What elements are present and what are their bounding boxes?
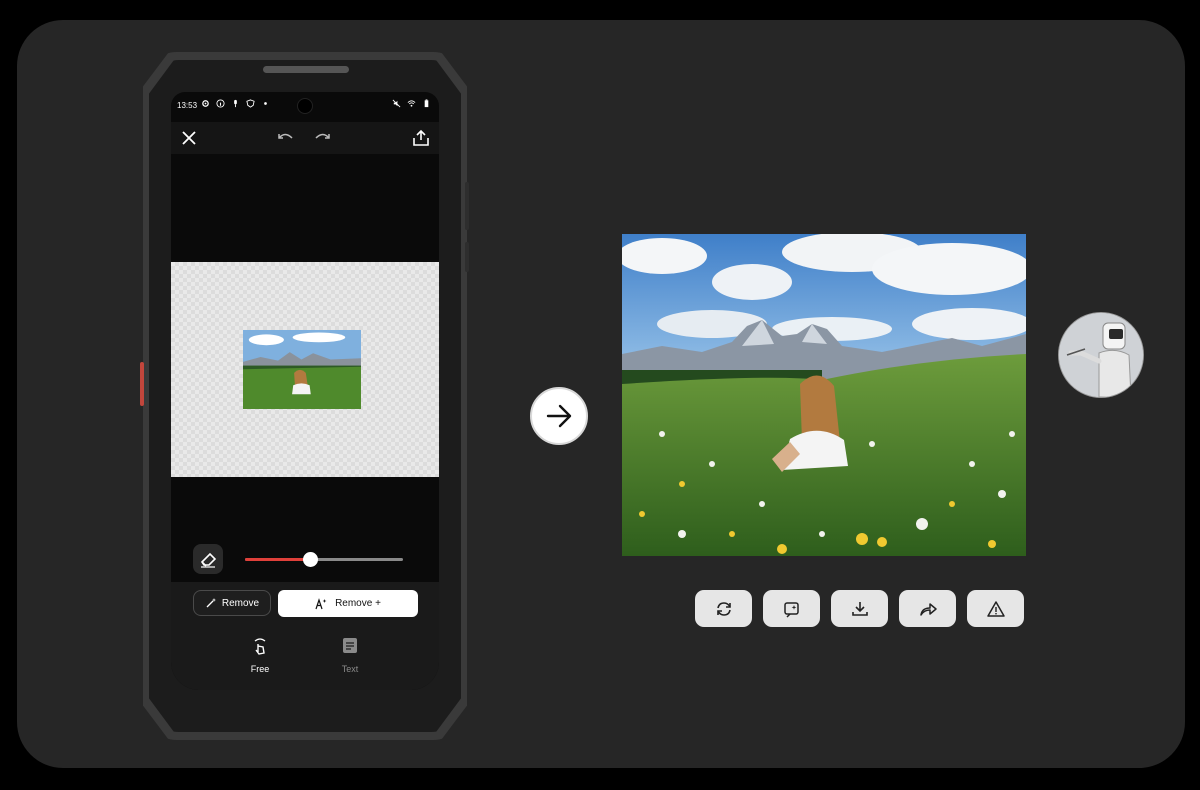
source-image-thumbnail xyxy=(243,330,361,409)
text-document-icon xyxy=(343,638,357,653)
brush-size-fill xyxy=(245,558,310,561)
phone-power-button xyxy=(465,242,469,272)
editor-toolbar xyxy=(171,122,439,154)
close-icon[interactable] xyxy=(179,128,199,148)
remove-label: Remove xyxy=(221,597,260,609)
download-icon xyxy=(851,601,868,616)
remove-plus-label: Remove + xyxy=(335,598,381,609)
settings-icon xyxy=(202,100,209,107)
robot-avatar xyxy=(1058,312,1144,398)
undo-icon[interactable] xyxy=(275,128,295,148)
phone-volume-button xyxy=(465,182,469,230)
share-export-icon[interactable] xyxy=(411,128,431,148)
regenerate-icon xyxy=(716,601,731,616)
redo-icon[interactable] xyxy=(313,128,333,148)
remove-plus-button[interactable]: Remove + xyxy=(278,590,418,617)
brush-size-handle[interactable] xyxy=(302,552,318,567)
mute-icon xyxy=(392,99,401,108)
phone-mockup: 13:53 Remove Remove + Free Text xyxy=(140,52,469,740)
phone-screen: 13:53 Remove Remove + Free Text xyxy=(171,92,439,690)
edit-image-icon xyxy=(783,601,799,618)
magic-wand-icon xyxy=(206,598,216,608)
regenerate-button[interactable] xyxy=(695,590,752,627)
dot-icon xyxy=(264,102,267,105)
eraser-button[interactable] xyxy=(193,544,223,574)
share-icon xyxy=(919,602,937,616)
info-icon xyxy=(216,99,225,108)
ai-icon xyxy=(315,597,327,609)
nav-item-free[interactable]: Free xyxy=(230,636,290,674)
report-button[interactable] xyxy=(967,590,1024,627)
shield-icon xyxy=(246,99,255,108)
phone-side-button xyxy=(140,362,144,406)
phone-speaker xyxy=(263,66,349,73)
remove-action-row: Remove Remove + xyxy=(171,582,439,624)
mic-icon xyxy=(234,99,237,108)
arrow-right-icon xyxy=(546,404,572,428)
nav-item-text[interactable]: Text xyxy=(320,636,380,674)
remove-button[interactable]: Remove xyxy=(193,590,271,616)
status-bar: 13:53 xyxy=(171,92,439,118)
next-arrow-button[interactable] xyxy=(530,387,588,445)
front-camera xyxy=(297,98,313,114)
wifi-icon xyxy=(407,100,416,107)
brush-size-control xyxy=(171,544,439,578)
edit-canvas[interactable] xyxy=(171,262,439,477)
download-button[interactable] xyxy=(831,590,888,627)
nav-text-label: Text xyxy=(341,664,359,674)
result-image xyxy=(622,234,1026,556)
report-icon xyxy=(986,600,1005,617)
share-button[interactable] xyxy=(899,590,956,627)
status-time: 13:53 xyxy=(177,101,198,110)
nav-free-label: Free xyxy=(250,664,270,674)
hand-pointer-icon xyxy=(254,638,266,655)
battery-icon xyxy=(424,99,429,108)
result-actions xyxy=(695,590,1024,627)
brush-size-slider[interactable] xyxy=(245,552,403,567)
bottom-nav: Free Text xyxy=(171,624,439,690)
edit-image-button[interactable] xyxy=(763,590,820,627)
eraser-icon xyxy=(200,552,217,568)
